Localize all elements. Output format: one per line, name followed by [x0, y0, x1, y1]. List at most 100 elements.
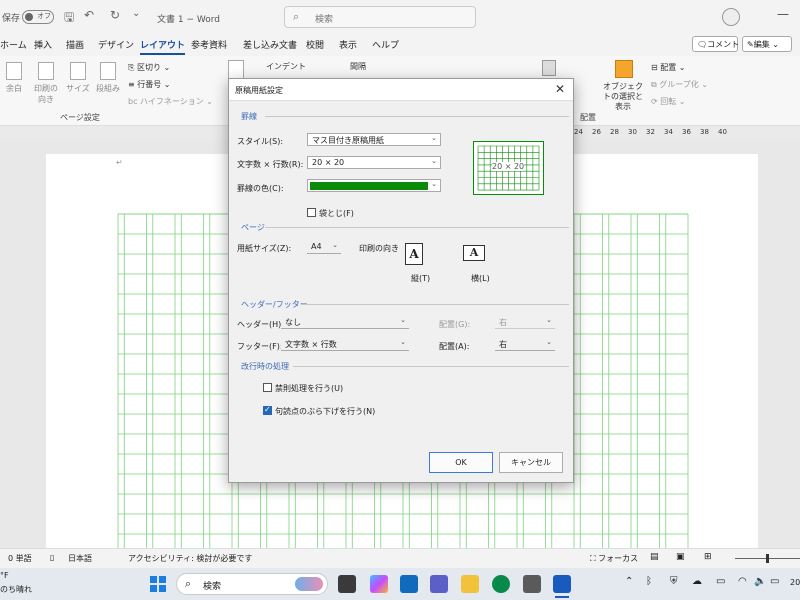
- footer-select[interactable]: 文字数 × 行数 ⌄: [281, 338, 409, 351]
- header-select[interactable]: なし ⌄: [281, 316, 409, 329]
- customize-icon[interactable]: ⌄: [132, 8, 140, 19]
- taskbar-search[interactable]: ⌕ 検索: [176, 573, 328, 595]
- group-button[interactable]: ⧉ グループ化 ⌄: [651, 79, 708, 90]
- weather-temp[interactable]: °F: [0, 571, 9, 580]
- size-icon: [69, 62, 86, 80]
- chevron-down-icon: ⌄: [332, 241, 338, 249]
- wifi-icon[interactable]: ◠: [738, 576, 747, 587]
- grid-color-swatch: [310, 182, 428, 190]
- landscape-label[interactable]: 横(L): [471, 273, 490, 284]
- autosave-label: 保存: [2, 14, 21, 24]
- tab-home[interactable]: ホーム: [0, 38, 27, 51]
- web-layout-icon[interactable]: ⊞: [704, 552, 712, 562]
- taskbar: °F のち晴れ ⌕ 検索 ⌃ ᛒ ⛨ ☁ ▭ ◠ 🔈 ▭ 20: [0, 568, 800, 600]
- spacing-label: 間隔: [350, 62, 366, 71]
- undo-icon[interactable]: ↶: [84, 8, 94, 22]
- hyphenation-button[interactable]: bc ハイフネーション ⌄: [128, 96, 213, 107]
- active-app-indicator: [555, 596, 569, 598]
- selection-pane-label[interactable]: オブジェクトの選択と表示: [600, 82, 646, 112]
- clock[interactable]: 20: [790, 578, 800, 587]
- outlook-icon[interactable]: [400, 575, 418, 593]
- tab-insert[interactable]: 挿入: [34, 38, 52, 51]
- count-select[interactable]: 20 × 20 ⌄: [307, 156, 441, 169]
- landscape-icon[interactable]: A: [463, 245, 485, 261]
- group-label-page-setup: ページ設定: [60, 113, 100, 122]
- fold-checkbox[interactable]: [307, 208, 316, 217]
- section-grid: 罫線: [241, 112, 257, 121]
- tab-help[interactable]: ヘルプ: [372, 38, 399, 51]
- language-status[interactable]: 日本語: [68, 553, 92, 564]
- footer-align-label: 配置(A):: [439, 342, 470, 351]
- search-box[interactable]: ⌕ 検索: [284, 6, 476, 28]
- rotate-button[interactable]: ⟳ 回転 ⌄: [651, 96, 686, 107]
- focus-button[interactable]: ⛶ フォーカス: [590, 553, 638, 564]
- read-mode-icon[interactable]: ▤: [650, 552, 659, 562]
- word-icon[interactable]: [553, 575, 571, 593]
- edit-mode-button[interactable]: ✎編集 ⌄: [742, 36, 792, 52]
- close-icon[interactable]: ✕: [555, 82, 565, 96]
- ok-button[interactable]: OK: [429, 452, 493, 473]
- status-bar: 0 単語 ▯ 日本語 アクセシビリティ: 検討が必要です ⛶ フォーカス ▤ ▣…: [0, 548, 800, 568]
- redo-icon[interactable]: ↻: [110, 8, 120, 22]
- comment-button[interactable]: 🗨コメント: [692, 36, 739, 52]
- ribbon-tabs: ホーム 挿入 描画 デザイン レイアウト 参考資料 差し込み文書 校閲 表示 ヘ…: [0, 34, 800, 56]
- size-button[interactable]: サイズ: [66, 62, 90, 94]
- tab-draw[interactable]: 描画: [66, 38, 84, 51]
- cloud-icon[interactable]: ☁: [692, 576, 702, 587]
- grid-color-select[interactable]: ⌄: [307, 179, 441, 192]
- print-layout-icon[interactable]: ▣: [676, 552, 685, 562]
- columns-icon: [100, 62, 116, 80]
- account-avatar[interactable]: [722, 8, 740, 26]
- copilot-icon[interactable]: [370, 575, 388, 593]
- save-icon[interactable]: 🖫: [64, 8, 74, 29]
- align-button[interactable]: ⊟ 配置 ⌄: [651, 62, 686, 73]
- tab-design[interactable]: デザイン: [98, 38, 134, 51]
- battery-icon[interactable]: ▭: [770, 576, 779, 587]
- indent-label: インデント: [266, 62, 306, 71]
- chevron-up-icon[interactable]: ⌃: [625, 576, 633, 587]
- accessibility-status[interactable]: アクセシビリティ: 検討が必要です: [128, 553, 252, 564]
- selection-pane-icon[interactable]: [615, 60, 633, 78]
- zoom-slider-thumb[interactable]: [766, 554, 769, 563]
- tab-view[interactable]: 表示: [339, 38, 357, 51]
- breaks-button[interactable]: ⎘ 区切り ⌄: [128, 62, 170, 73]
- line-numbers-button[interactable]: ≡ 行番号 ⌄: [128, 79, 171, 90]
- word-count[interactable]: 0 単語: [8, 553, 32, 564]
- bluetooth-icon[interactable]: ᛒ: [646, 576, 652, 587]
- orientation-button[interactable]: 印刷の向き: [32, 62, 60, 105]
- display-icon[interactable]: ▭: [716, 576, 725, 587]
- portrait-icon[interactable]: A: [405, 243, 423, 265]
- kinsoku-checkbox[interactable]: [263, 383, 272, 392]
- teams-icon[interactable]: [430, 575, 448, 593]
- chevron-down-icon: ⌄: [400, 316, 406, 324]
- cancel-button[interactable]: キャンセル: [499, 452, 563, 473]
- paper-size-select[interactable]: A4 ⌄: [307, 241, 341, 254]
- file-explorer-icon[interactable]: [461, 575, 479, 593]
- tab-review[interactable]: 校閲: [306, 38, 324, 51]
- tab-layout[interactable]: レイアウト: [140, 38, 186, 55]
- edge-icon[interactable]: [492, 575, 510, 593]
- style-label: スタイル(S):: [237, 137, 284, 146]
- volume-icon[interactable]: 🔈: [754, 576, 766, 587]
- tab-references[interactable]: 参考資料: [191, 38, 227, 51]
- style-select[interactable]: マス目付き原稿用紙 ⌄: [307, 133, 441, 146]
- task-view-icon[interactable]: [338, 575, 356, 593]
- header-align-select[interactable]: 右 ⌄: [495, 316, 555, 329]
- search-highlight-icon: [295, 577, 323, 591]
- tab-mailings[interactable]: 差し込み文書: [243, 38, 297, 51]
- divider: [301, 304, 569, 305]
- start-icon[interactable]: [150, 576, 166, 592]
- search-icon: ⌕: [185, 577, 192, 590]
- footer-align-select[interactable]: 右 ⌄: [495, 338, 555, 351]
- security-icon[interactable]: ⛨: [670, 576, 678, 587]
- portrait-label[interactable]: 縦(T): [411, 273, 430, 284]
- minimize-icon[interactable]: —: [777, 7, 789, 21]
- section-page: ページ: [241, 223, 265, 232]
- kutoten-checkbox[interactable]: [263, 405, 272, 415]
- store-icon[interactable]: [523, 575, 541, 593]
- group-label-arrange: 配置: [580, 113, 596, 122]
- margins-button[interactable]: 余白: [6, 62, 22, 94]
- weather-text[interactable]: のち晴れ: [0, 584, 32, 595]
- divider: [265, 116, 569, 117]
- columns-button[interactable]: 段組み: [96, 62, 120, 94]
